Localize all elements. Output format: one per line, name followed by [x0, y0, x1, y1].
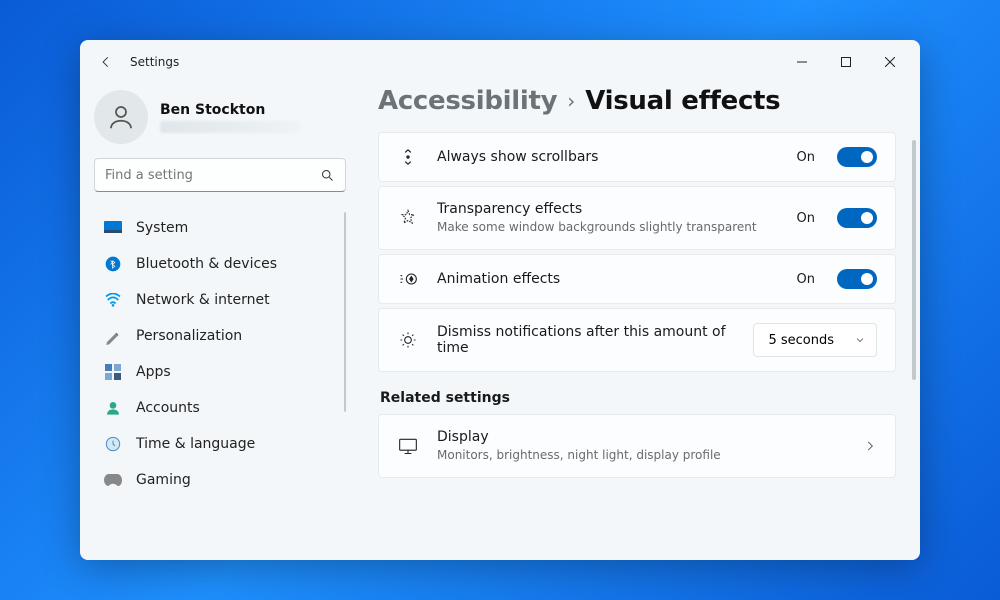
nav-label: Apps: [136, 364, 171, 380]
nav-label: Personalization: [136, 328, 242, 344]
setting-desc: Monitors, brightness, night light, displ…: [437, 447, 845, 463]
setting-scrollbars[interactable]: Always show scrollbars On: [378, 132, 896, 182]
transparency-icon: [397, 208, 419, 228]
setting-title: Dismiss notifications after this amount …: [437, 324, 735, 356]
nav-label: Network & internet: [136, 292, 270, 308]
bluetooth-icon: [104, 255, 122, 273]
settings-window: Settings Ben Stockton: [80, 40, 920, 560]
chevron-down-icon: [854, 334, 866, 346]
nav-item-personalization[interactable]: Personalization: [94, 318, 346, 354]
toggle-state: On: [797, 272, 815, 287]
chevron-right-icon: ›: [567, 89, 575, 113]
scrollbars-icon: [397, 147, 419, 167]
setting-transparency[interactable]: Transparency effects Make some window ba…: [378, 186, 896, 250]
setting-animation[interactable]: Animation effects On: [378, 254, 896, 304]
transparency-toggle[interactable]: [837, 208, 877, 228]
back-button[interactable]: [88, 44, 124, 80]
sidebar: Ben Stockton System Bluetooth & devices: [80, 84, 360, 560]
sidebar-scrollbar[interactable]: [344, 212, 346, 412]
display-icon: [397, 437, 419, 455]
main-scrollbar[interactable]: [912, 140, 916, 380]
avatar: [94, 90, 148, 144]
breadcrumb: Accessibility › Visual effects: [378, 84, 896, 132]
animation-toggle[interactable]: [837, 269, 877, 289]
close-button[interactable]: [868, 46, 912, 78]
nav-item-apps[interactable]: Apps: [94, 354, 346, 390]
nav-item-system[interactable]: System: [94, 210, 346, 246]
personalization-icon: [104, 327, 122, 345]
search-icon: [320, 168, 335, 183]
chevron-right-icon: [863, 439, 877, 453]
setting-title: Transparency effects: [437, 201, 779, 217]
page-title: Visual effects: [585, 86, 780, 116]
profile[interactable]: Ben Stockton: [94, 84, 346, 158]
nav-item-bluetooth[interactable]: Bluetooth & devices: [94, 246, 346, 282]
nav-list: System Bluetooth & devices Network & int…: [94, 210, 346, 550]
nav-label: Accounts: [136, 400, 200, 416]
setting-desc: Make some window backgrounds slightly tr…: [437, 219, 779, 235]
main-content: Accessibility › Visual effects Always sh…: [360, 84, 920, 560]
nav-item-gaming[interactable]: Gaming: [94, 462, 346, 498]
titlebar: Settings: [80, 40, 920, 84]
toggle-state: On: [797, 150, 815, 165]
toggle-state: On: [797, 211, 815, 226]
system-icon: [104, 219, 122, 237]
nav-label: System: [136, 220, 188, 236]
window-controls: [780, 46, 912, 78]
maximize-button[interactable]: [824, 46, 868, 78]
gaming-icon: [104, 471, 122, 489]
dismiss-time-dropdown[interactable]: 5 seconds: [753, 323, 877, 357]
search-input[interactable]: [105, 168, 320, 183]
time-icon: [104, 435, 122, 453]
brightness-icon: [397, 330, 419, 350]
nav-item-network[interactable]: Network & internet: [94, 282, 346, 318]
related-display[interactable]: Display Monitors, brightness, night ligh…: [378, 414, 896, 478]
search-box[interactable]: [94, 158, 346, 192]
setting-title: Always show scrollbars: [437, 149, 779, 165]
accounts-icon: [104, 399, 122, 417]
animation-icon: [397, 271, 419, 287]
nav-label: Bluetooth & devices: [136, 256, 277, 272]
window-title: Settings: [130, 55, 179, 69]
network-icon: [104, 291, 122, 309]
breadcrumb-parent[interactable]: Accessibility: [378, 86, 557, 116]
dropdown-value: 5 seconds: [768, 333, 834, 348]
related-settings-heading: Related settings: [380, 390, 896, 406]
minimize-button[interactable]: [780, 46, 824, 78]
user-name: Ben Stockton: [160, 102, 300, 118]
setting-title: Display: [437, 429, 845, 445]
apps-icon: [104, 363, 122, 381]
nav-item-accounts[interactable]: Accounts: [94, 390, 346, 426]
user-email-redacted: [160, 121, 300, 133]
nav-label: Gaming: [136, 472, 191, 488]
setting-dismiss-notifications[interactable]: Dismiss notifications after this amount …: [378, 308, 896, 372]
scrollbars-toggle[interactable]: [837, 147, 877, 167]
setting-title: Animation effects: [437, 271, 779, 287]
nav-item-time[interactable]: Time & language: [94, 426, 346, 462]
nav-label: Time & language: [136, 436, 255, 452]
